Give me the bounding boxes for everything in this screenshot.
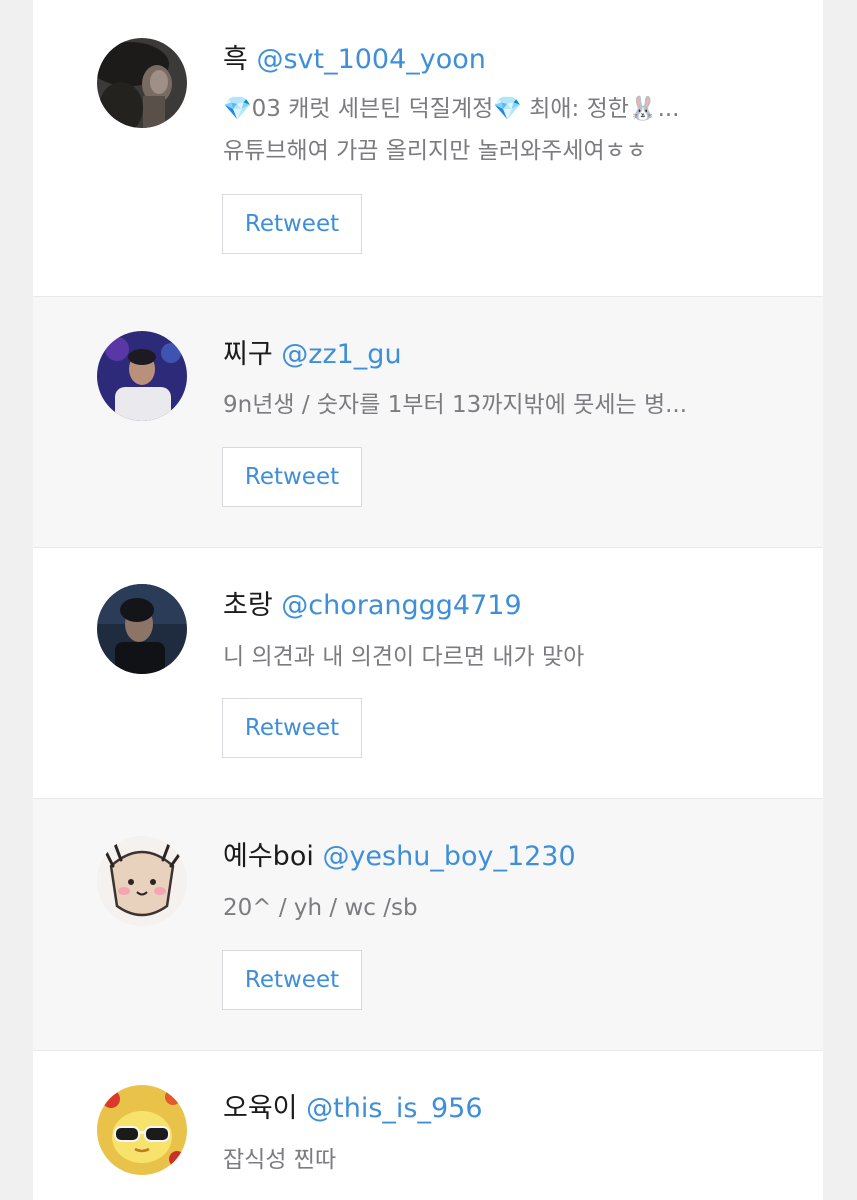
retweet-button[interactable]: Retweet (222, 194, 362, 254)
retweet-button[interactable]: Retweet (222, 950, 362, 1010)
display-name[interactable]: 오육이 (223, 1093, 298, 1124)
user-handle[interactable]: @yeshu_boy_1230 (322, 841, 575, 872)
user-list: 흑 @svt_1004_yoon 💎03 캐럿 세븐틴 덕질계정💎 최애: 정한… (33, 0, 823, 1200)
user-name-line: 찌구 @zz1_gu (223, 335, 803, 375)
retweet-button[interactable]: Retweet (222, 447, 362, 507)
user-row[interactable]: 오육이 @this_is_956 잡식성 찐따 (33, 1050, 823, 1200)
user-name-line: 예수boi @yeshu_boy_1230 (223, 837, 803, 877)
display-name[interactable]: 흑 (223, 44, 248, 75)
user-bio: 💎03 캐럿 세븐틴 덕질계정💎 최애: 정한🐰... 유튜브해여 가끔 올리지… (223, 88, 753, 172)
bio-line: 니 의견과 내 의견이 다르면 내가 맞아 (223, 644, 585, 670)
display-name[interactable]: 찌구 (223, 339, 273, 370)
user-name-line: 오육이 @this_is_956 (223, 1089, 803, 1129)
user-row[interactable]: 찌구 @zz1_gu 9n년생 / 숫자를 1부터 13까지밖에 못세는 병..… (33, 296, 823, 547)
user-name-line: 초랑 @choranggg4719 (223, 586, 803, 626)
profile-avatar[interactable] (97, 836, 187, 926)
user-row[interactable]: 초랑 @choranggg4719 니 의견과 내 의견이 다르면 내가 맞아 … (33, 547, 823, 798)
retweeters-page: 흑 @svt_1004_yoon 💎03 캐럿 세븐틴 덕질계정💎 최애: 정한… (0, 0, 857, 1200)
user-row[interactable]: 예수boi @yeshu_boy_1230 20^ / yh / wc /sb … (33, 798, 823, 1050)
user-bio: 니 의견과 내 의견이 다르면 내가 맞아 (223, 636, 753, 678)
profile-avatar[interactable] (97, 584, 187, 674)
user-row[interactable]: 흑 @svt_1004_yoon 💎03 캐럿 세븐틴 덕질계정💎 최애: 정한… (33, 0, 823, 296)
display-name[interactable]: 초랑 (223, 590, 273, 621)
user-handle[interactable]: @zz1_gu (281, 339, 401, 370)
user-name-line: 흑 @svt_1004_yoon (223, 40, 803, 80)
user-bio: 9n년생 / 숫자를 1부터 13까지밖에 못세는 병... (223, 384, 753, 426)
user-handle[interactable]: @choranggg4719 (281, 590, 521, 621)
bio-line: 유튜브해여 가끔 올리지만 놀러와주세여ㅎㅎ (223, 138, 647, 164)
display-name[interactable]: 예수boi (223, 841, 314, 872)
bio-line: 20^ / yh / wc /sb (223, 895, 418, 921)
user-bio: 잡식성 찐따 (223, 1139, 753, 1181)
profile-avatar[interactable] (97, 331, 187, 421)
user-handle[interactable]: @this_is_956 (306, 1093, 482, 1124)
bio-line: 9n년생 / 숫자를 1부터 13까지밖에 못세는 병... (223, 392, 688, 418)
user-handle[interactable]: @svt_1004_yoon (256, 44, 485, 75)
profile-avatar[interactable] (97, 38, 187, 128)
profile-avatar[interactable] (97, 1085, 187, 1175)
bio-line: 잡식성 찐따 (223, 1147, 337, 1173)
retweet-button[interactable]: Retweet (222, 698, 362, 758)
user-bio: 20^ / yh / wc /sb (223, 887, 753, 929)
bio-line: 💎03 캐럿 세븐틴 덕질계정💎 최애: 정한🐰... (223, 96, 680, 122)
